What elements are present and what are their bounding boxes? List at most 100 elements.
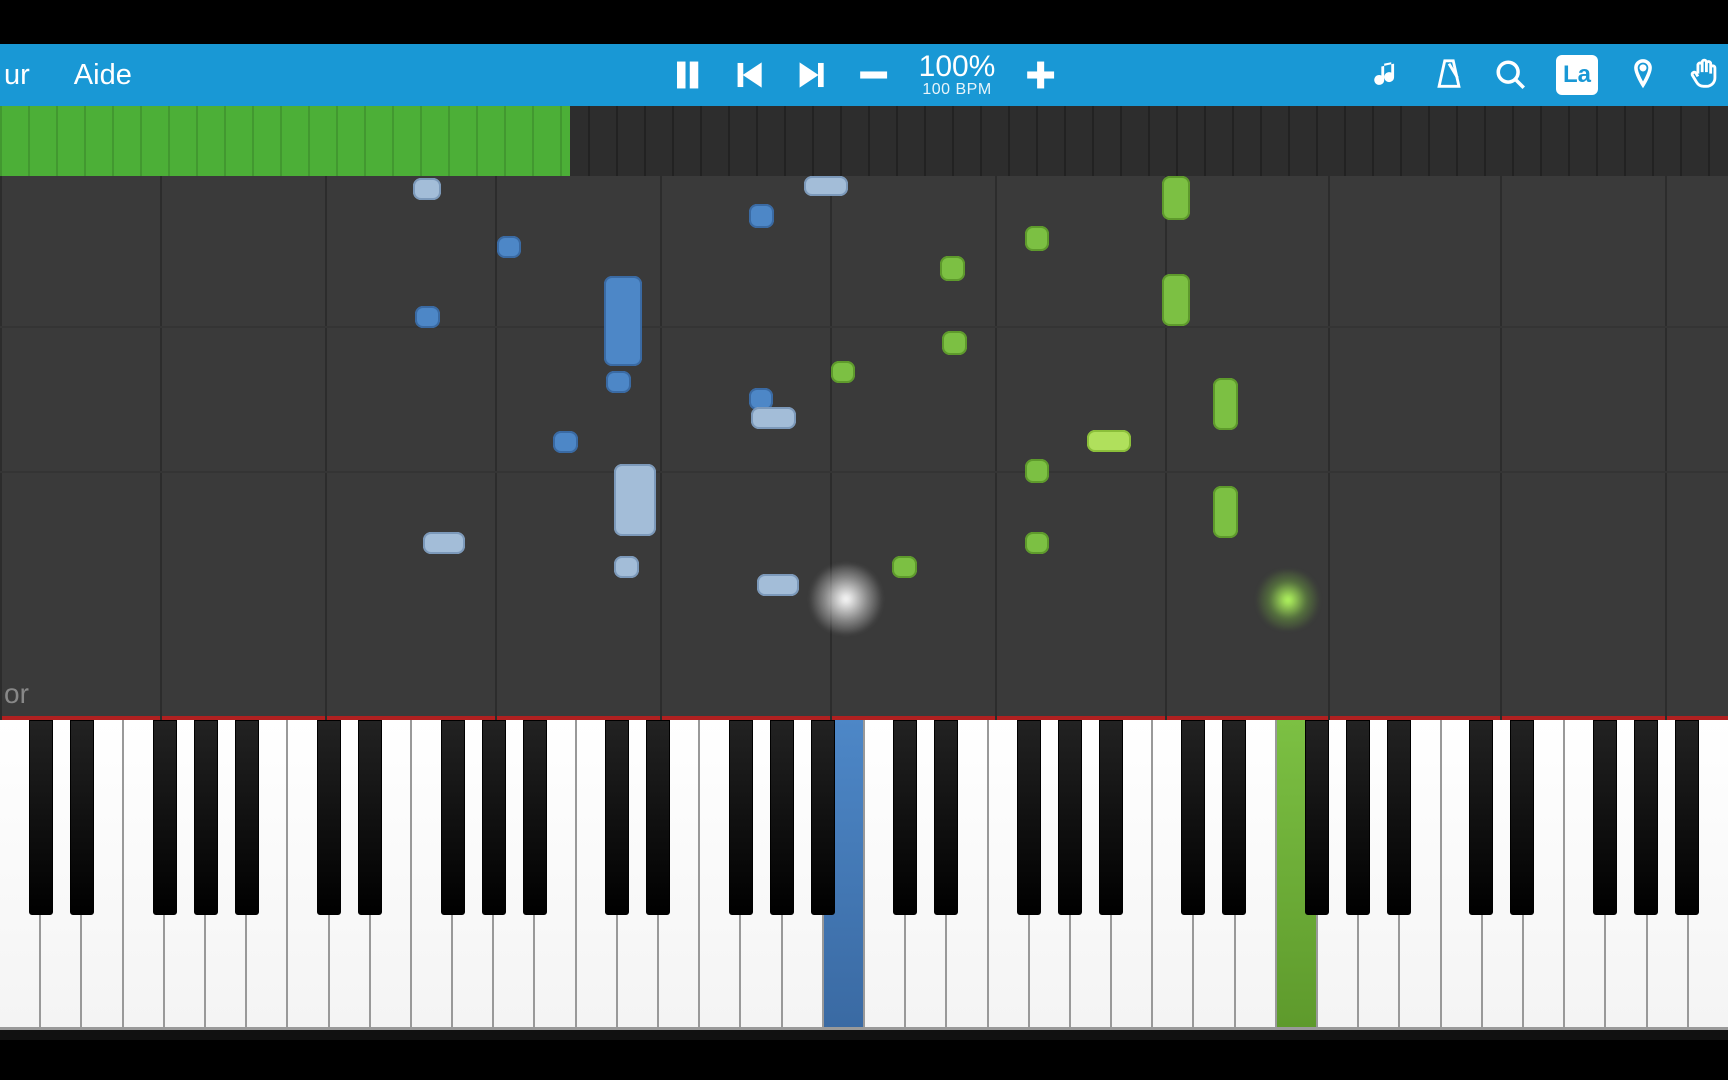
black-key[interactable] (523, 720, 547, 915)
black-key[interactable] (358, 720, 382, 915)
metronome-icon (1432, 58, 1466, 92)
pause-button[interactable] (671, 58, 705, 92)
zoom-button[interactable] (1494, 58, 1528, 92)
music-note-icon (1370, 58, 1404, 92)
minus-icon (857, 58, 891, 92)
grid-vline (830, 176, 832, 720)
corner-label: or (4, 678, 29, 710)
falling-note (1025, 459, 1049, 483)
black-key[interactable] (317, 720, 341, 915)
falling-note (1162, 176, 1190, 220)
black-key[interactable] (1593, 720, 1617, 915)
black-key[interactable] (1510, 720, 1534, 915)
falling-note (614, 464, 656, 536)
falling-note (423, 532, 465, 554)
menu-left: ur Aide (0, 47, 154, 104)
note-labels-button[interactable]: La (1556, 55, 1598, 95)
falling-note (1087, 430, 1131, 452)
falling-note (413, 178, 441, 200)
pause-icon (671, 58, 705, 92)
falling-note (1025, 226, 1049, 251)
tempo-minus-button[interactable] (857, 58, 891, 92)
falling-note (942, 331, 967, 355)
grid-vline (160, 176, 162, 720)
black-key[interactable] (1099, 720, 1123, 915)
falling-note (553, 431, 578, 453)
black-key[interactable] (1469, 720, 1493, 915)
falling-note (749, 204, 774, 228)
falling-note (614, 556, 639, 578)
black-key[interactable] (1017, 720, 1041, 915)
notefall-area[interactable]: or (0, 176, 1728, 720)
tempo-percent: 100% (919, 52, 996, 82)
black-key[interactable] (729, 720, 753, 915)
menu-item-help[interactable]: Aide (52, 47, 154, 104)
black-key[interactable] (29, 720, 53, 915)
falling-note (940, 256, 965, 281)
black-key[interactable] (441, 720, 465, 915)
black-key[interactable] (1181, 720, 1205, 915)
falling-note (604, 276, 642, 366)
falling-note (1213, 486, 1238, 538)
grid-vline (325, 176, 327, 720)
skip-back-icon (733, 58, 767, 92)
progress-bar[interactable] (0, 106, 1728, 176)
black-key[interactable] (482, 720, 506, 915)
key-glow (1253, 570, 1323, 630)
grid-vline (1665, 176, 1667, 720)
falling-note (1213, 378, 1238, 430)
black-key[interactable] (153, 720, 177, 915)
black-key[interactable] (70, 720, 94, 915)
key-glow (806, 564, 886, 634)
black-key[interactable] (605, 720, 629, 915)
falling-note (415, 306, 440, 328)
piano-keyboard[interactable] (0, 720, 1728, 1030)
black-key[interactable] (1058, 720, 1082, 915)
black-key[interactable] (1387, 720, 1411, 915)
falling-note (831, 361, 855, 383)
metronome-button[interactable] (1432, 58, 1466, 92)
tempo-display[interactable]: 100% 100 BPM (919, 52, 996, 98)
tempo-plus-button[interactable] (1023, 58, 1057, 92)
black-key[interactable] (893, 720, 917, 915)
black-key[interactable] (934, 720, 958, 915)
falling-note (892, 556, 917, 578)
hands-button[interactable] (1688, 58, 1722, 92)
toolbar: ur Aide 100% 100 BPM (0, 44, 1728, 106)
black-key[interactable] (1222, 720, 1246, 915)
menu-item-partial[interactable]: ur (0, 47, 52, 104)
next-button[interactable] (795, 58, 829, 92)
falling-note (606, 371, 631, 393)
grid-vline (1328, 176, 1330, 720)
black-key[interactable] (1675, 720, 1699, 915)
right-controls: La (1370, 55, 1728, 95)
grid-vline (1165, 176, 1167, 720)
hand-icon (1688, 58, 1722, 92)
progress-fill (0, 106, 570, 176)
black-key[interactable] (194, 720, 218, 915)
falling-note (757, 574, 799, 596)
grid-vline (495, 176, 497, 720)
grid-hline (0, 326, 1728, 328)
black-key[interactable] (646, 720, 670, 915)
black-key[interactable] (770, 720, 794, 915)
keyboard-bottom-strip (0, 1030, 1728, 1040)
grid-vline (0, 176, 2, 720)
black-key[interactable] (1634, 720, 1658, 915)
falling-note (1162, 274, 1190, 326)
falling-note (804, 176, 848, 196)
black-key[interactable] (1305, 720, 1329, 915)
black-key[interactable] (1346, 720, 1370, 915)
grid-hline (0, 471, 1728, 473)
playback-controls: 100% 100 BPM (671, 52, 1058, 98)
grid-vline (1500, 176, 1502, 720)
music-note-button[interactable] (1370, 58, 1404, 92)
prev-button[interactable] (733, 58, 767, 92)
black-key[interactable] (811, 720, 835, 915)
falling-note (497, 236, 521, 258)
black-key[interactable] (235, 720, 259, 915)
search-icon (1494, 58, 1528, 92)
bookmark-button[interactable] (1626, 58, 1660, 92)
tempo-bpm: 100 BPM (919, 82, 996, 98)
grid-vline (995, 176, 997, 720)
